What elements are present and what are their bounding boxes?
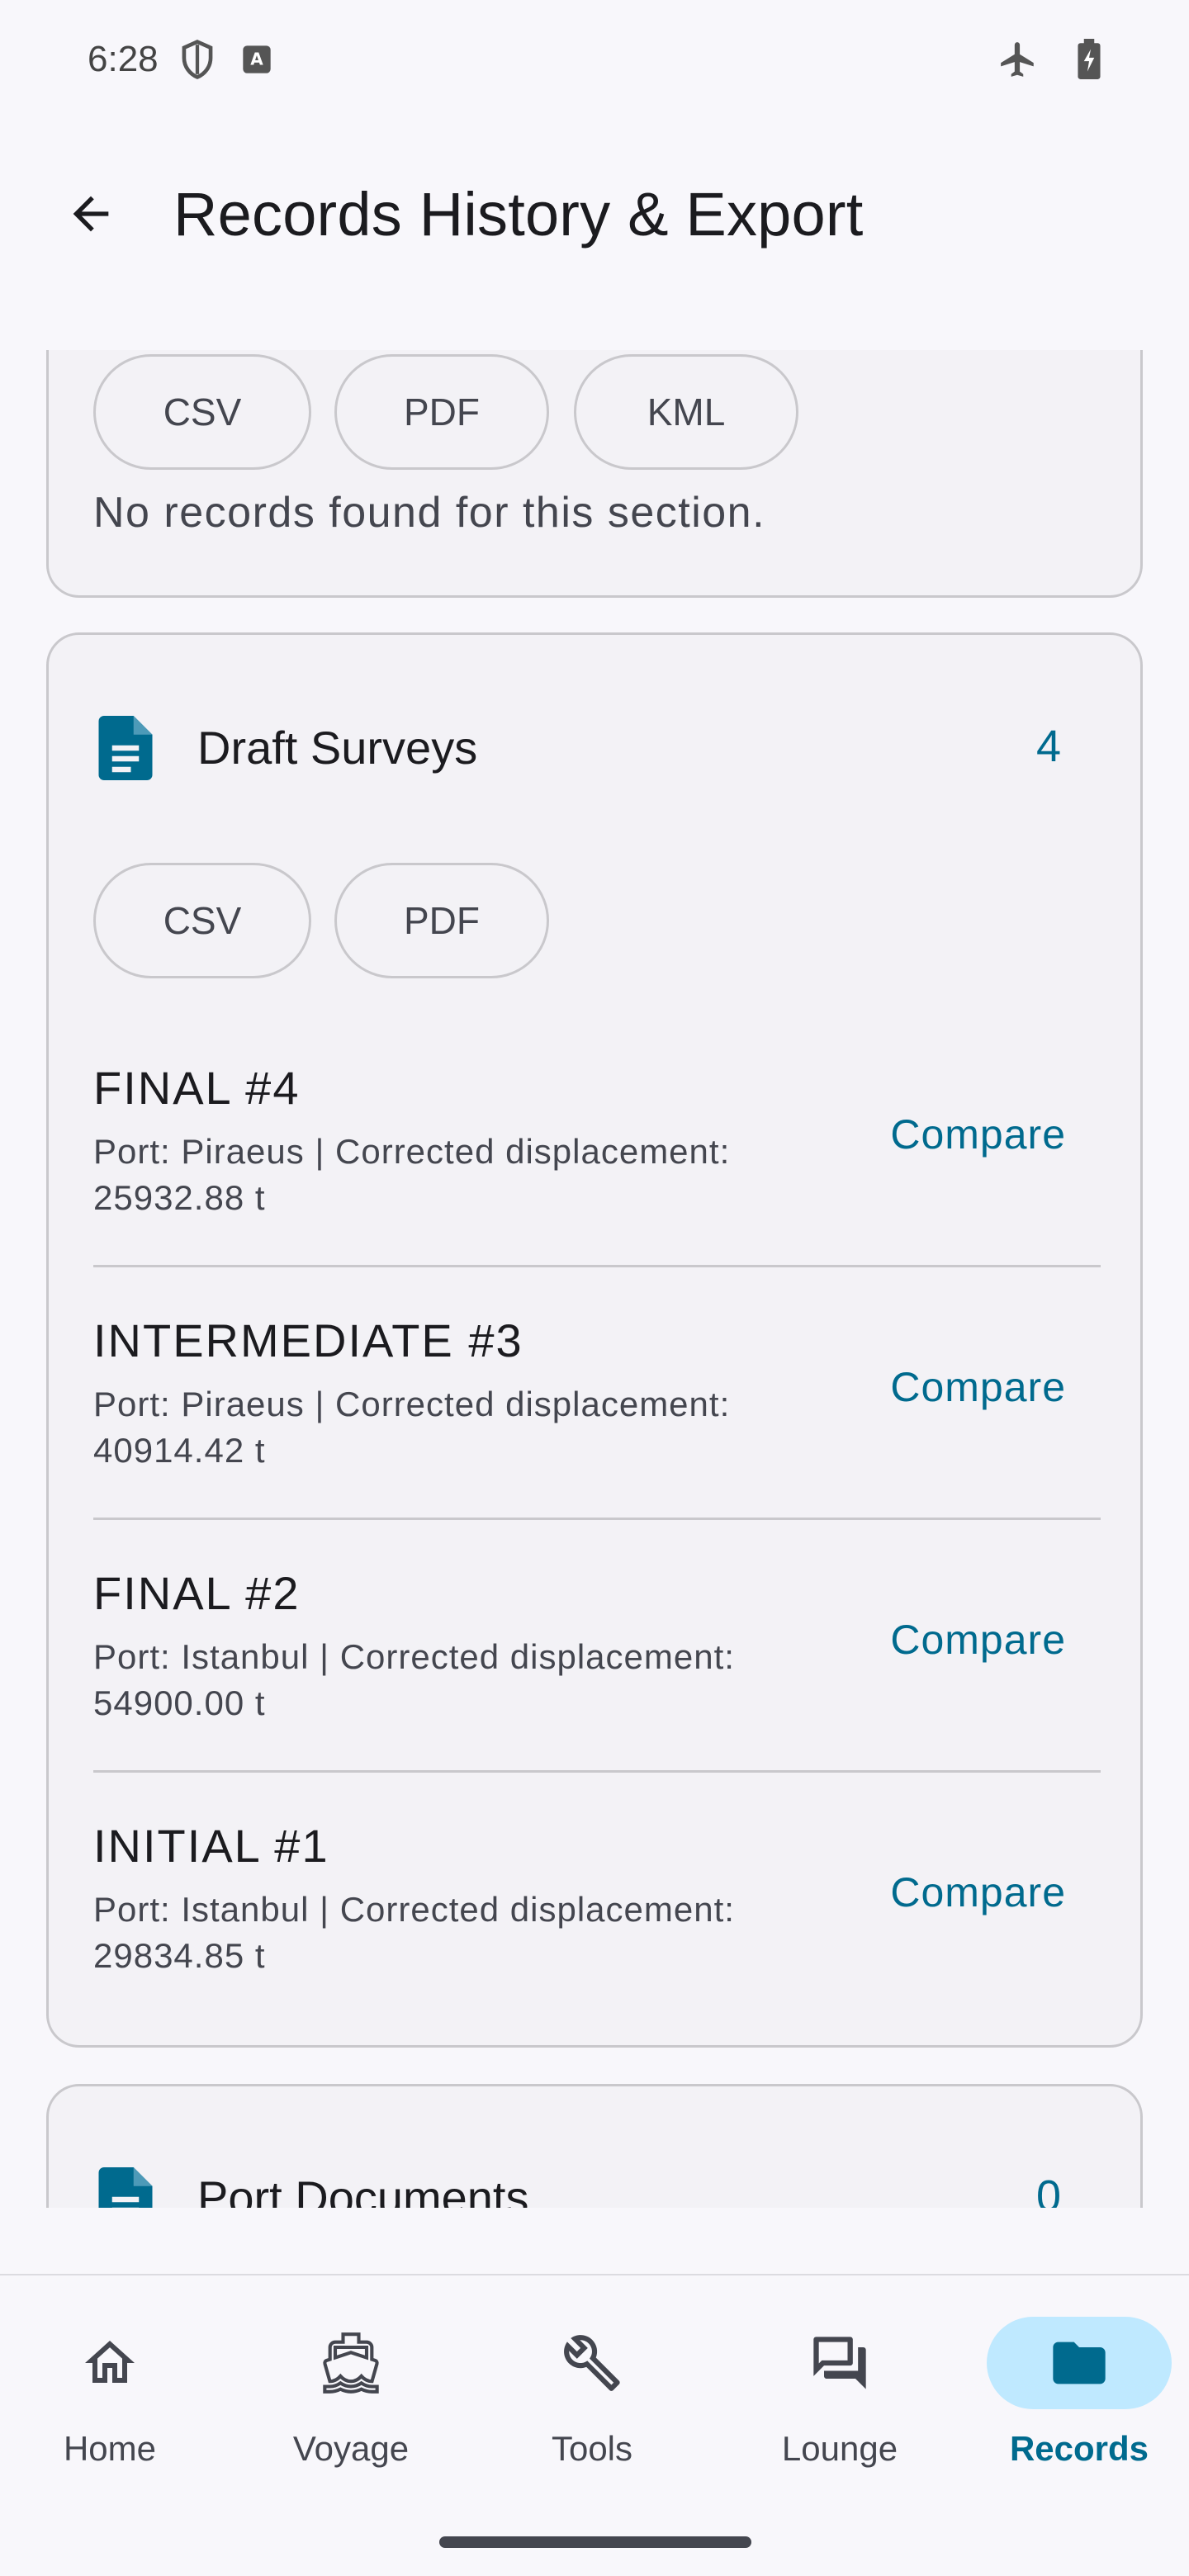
record-port-line: Port: Istanbul | Corrected displacement: [93, 1890, 735, 1929]
record-displacement: 25932.88 t [93, 1178, 266, 1217]
status-bar: 6:28 A [0, 0, 1189, 119]
shield-icon [177, 39, 218, 80]
battery-charging-icon [1068, 39, 1110, 80]
nav-label: Records [1009, 2429, 1149, 2468]
record-title: INTERMEDIATE #3 [93, 1314, 523, 1366]
list-item[interactable]: INTERMEDIATE #3 Port: Piraeus | Correcte… [93, 1267, 1101, 1520]
nav-item-home[interactable]: Home [0, 2317, 230, 2498]
list-item[interactable]: INITIAL #1 Port: Istanbul | Corrected di… [93, 1773, 1101, 2025]
section-title: Port Documents [197, 2171, 529, 2208]
status-right [997, 39, 1110, 80]
empty-state-text: No records found for this section. [93, 489, 766, 537]
nav-label: Tools [551, 2429, 633, 2468]
export-csv-chip[interactable]: CSV [93, 863, 311, 978]
record-title: INITIAL #1 [93, 1820, 329, 1872]
record-displacement: 29834.85 t [93, 1936, 266, 1975]
nav-icon-container [258, 2317, 443, 2409]
record-details: Port: Istanbul | Corrected displacement:… [93, 1887, 820, 1979]
airplane-mode-icon [997, 39, 1039, 80]
back-button[interactable] [50, 173, 132, 255]
record-port-line: Port: Piraeus | Corrected displacement: [93, 1132, 731, 1171]
document-icon [98, 2167, 153, 2208]
section-header[interactable]: Port Documents 0 [49, 2086, 1140, 2208]
bottom-navigation-bar: Home Voyage Tools Lounge Records [0, 2274, 1189, 2576]
export-kml-chip[interactable]: KML [574, 354, 798, 470]
arrow-back-icon [73, 196, 109, 232]
compare-button[interactable]: Compare [880, 1603, 1076, 1677]
home-icon [85, 2341, 135, 2383]
nav-item-tools[interactable]: Tools [472, 2317, 712, 2498]
export-pdf-chip[interactable]: PDF [334, 863, 549, 978]
document-icon [98, 716, 153, 780]
records-list[interactable]: CSV PDF KML No records found for this se… [0, 350, 1189, 2208]
ship-icon [323, 2332, 379, 2394]
nav-label: Home [63, 2429, 157, 2468]
home-indicator[interactable] [439, 2536, 751, 2548]
section-header[interactable]: Draft Surveys 4 [49, 635, 1140, 863]
record-details: Port: Piraeus | Corrected displacement: … [93, 1129, 820, 1221]
list-item[interactable]: FINAL #2 Port: Istanbul | Corrected disp… [93, 1520, 1101, 1773]
record-details: Port: Istanbul | Corrected displacement:… [93, 1634, 820, 1726]
section-title: Draft Surveys [197, 722, 478, 774]
list-item[interactable]: FINAL #4 Port: Piraeus | Corrected displ… [93, 1015, 1101, 1267]
nav-icon-container [500, 2317, 685, 2409]
nav-item-voyage[interactable]: Voyage [231, 2317, 471, 2498]
record-port-line: Port: Istanbul | Corrected displacement: [93, 1637, 735, 1676]
previous-section-card: CSV PDF KML No records found for this se… [46, 350, 1143, 598]
compare-button[interactable]: Compare [880, 1350, 1076, 1424]
top-app-bar: Records History & Export [0, 119, 1189, 350]
nav-icon-container [17, 2317, 202, 2409]
font-a-icon: A [236, 39, 277, 80]
record-displacement: 40914.42 t [93, 1431, 266, 1470]
nav-label: Lounge [781, 2429, 898, 2468]
draft-surveys-card: Draft Surveys 4 CSV PDF FINAL #4 Port: P… [46, 632, 1143, 2048]
nav-icon-container [747, 2317, 932, 2409]
folder-icon [1053, 2342, 1106, 2384]
port-documents-card: Port Documents 0 [46, 2084, 1143, 2208]
record-displacement: 54900.00 t [93, 1683, 266, 1722]
record-port-line: Port: Piraeus | Corrected displacement: [93, 1385, 731, 1423]
status-time: 6:28 [88, 39, 159, 79]
chat-icon [813, 2337, 866, 2389]
record-title: FINAL #4 [93, 1062, 301, 1114]
nav-item-lounge[interactable]: Lounge [720, 2317, 959, 2498]
page-title: Records History & Export [173, 179, 864, 249]
status-left: 6:28 A [88, 39, 277, 80]
record-title: FINAL #2 [93, 1567, 301, 1619]
compare-button[interactable]: Compare [880, 1097, 1076, 1172]
nav-label: Voyage [292, 2429, 410, 2468]
wrench-icon [564, 2335, 620, 2391]
nav-icon-container-active [987, 2317, 1172, 2409]
nav-item-records[interactable]: Records [959, 2317, 1189, 2498]
section-count-badge: 4 [1035, 722, 1061, 771]
svg-text:A: A [250, 50, 263, 69]
record-details: Port: Piraeus | Corrected displacement: … [93, 1381, 820, 1474]
section-count-badge: 0 [1035, 2171, 1061, 2208]
export-csv-chip[interactable]: CSV [93, 354, 311, 470]
compare-button[interactable]: Compare [880, 1855, 1076, 1930]
export-pdf-chip[interactable]: PDF [334, 354, 549, 470]
